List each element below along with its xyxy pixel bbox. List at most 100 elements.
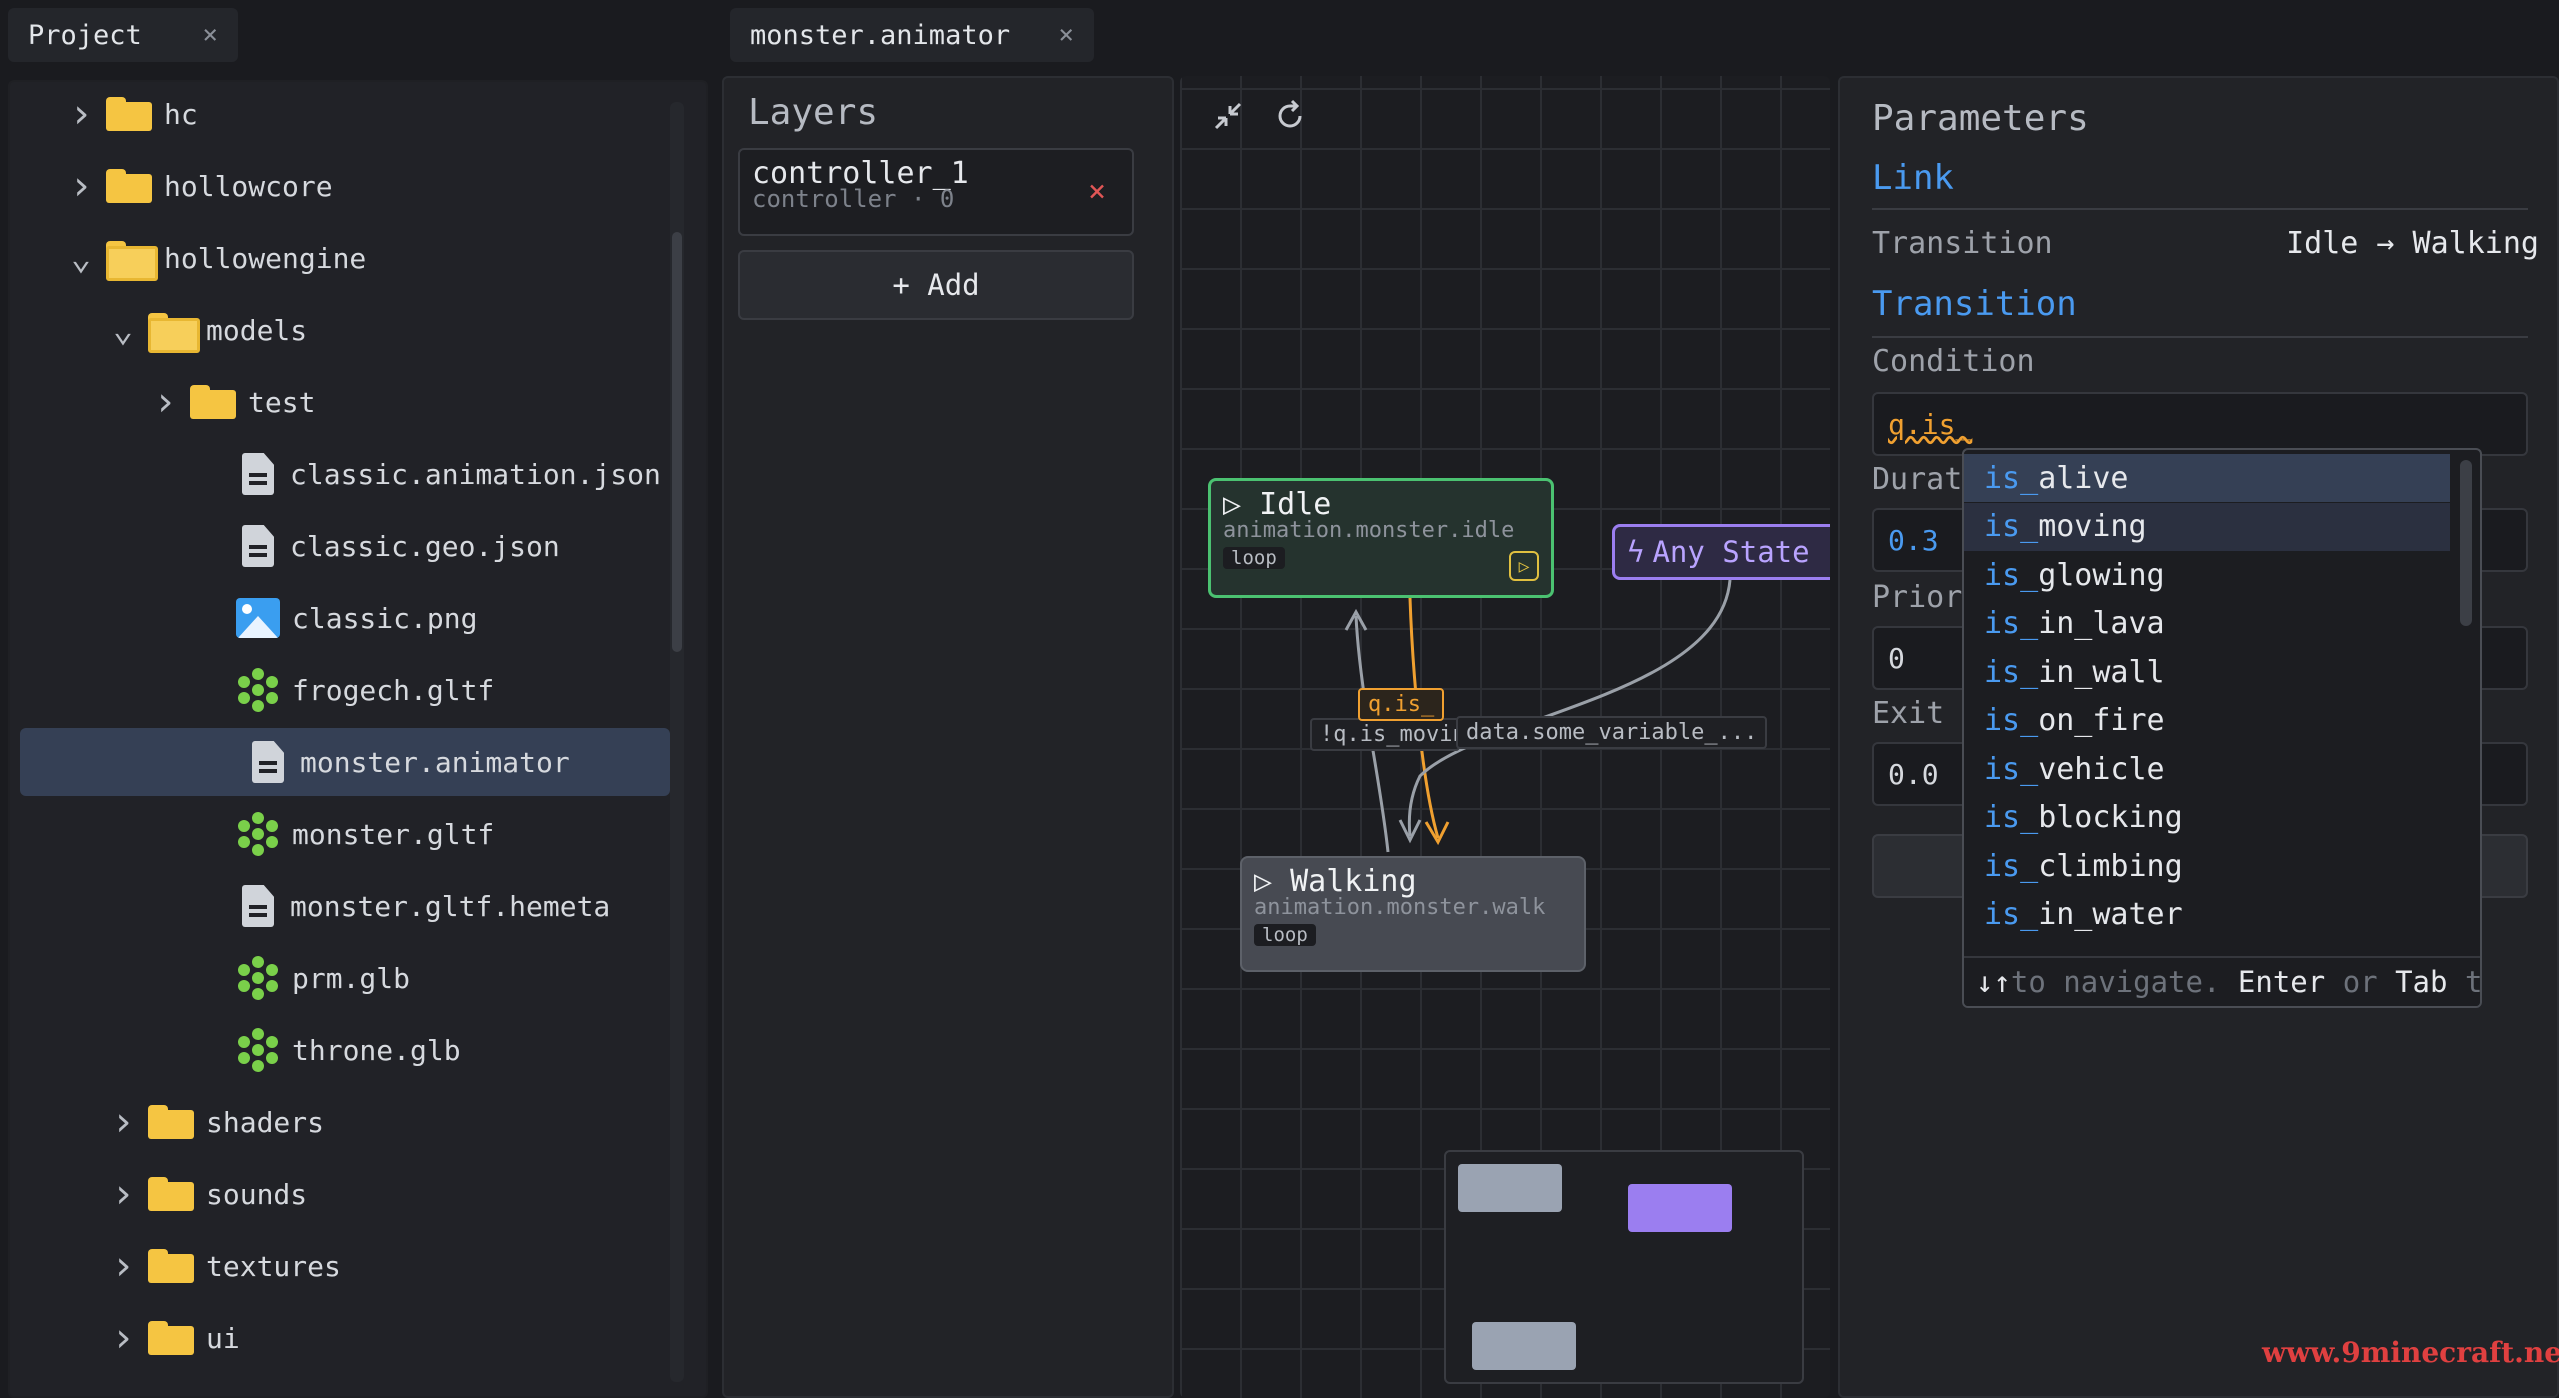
- tree-file-monster-animator[interactable]: monster.animator: [20, 728, 670, 796]
- project-explorer: › hc › hollowcore ⌄ hollowengine ⌄ models › test c…: [8, 80, 708, 1398]
- tab-project[interactable]: Project ×: [8, 8, 238, 62]
- tree-item-label: test: [248, 385, 316, 419]
- node-any-state[interactable]: ϟ Any State: [1612, 524, 1830, 580]
- autocomplete-popup[interactable]: is_ alive is_ moving is_ glowing is_ in_lava is_…: [1962, 448, 2482, 1008]
- autocomplete-item-glowing[interactable]: is_ glowing: [1964, 551, 2450, 599]
- tree-folder-hollowcore[interactable]: › hollowcore: [10, 152, 706, 220]
- item-rest: in_lava: [2038, 606, 2165, 641]
- tree-folder-models[interactable]: ⌄ models: [10, 296, 706, 364]
- node-walking[interactable]: ▷ Walking animation.monster.walk loop: [1240, 856, 1586, 972]
- item-prefix: is_: [1984, 606, 2039, 641]
- watermark: www.9minecraft.net: [2262, 1336, 2559, 1369]
- play-icon: ▷: [1223, 487, 1260, 522]
- item-rest: glowing: [2038, 557, 2165, 593]
- chevron-right-icon[interactable]: ›: [108, 1099, 138, 1145]
- play-icon: ▷: [1254, 864, 1291, 899]
- tree-file-classic-animation-json[interactable]: classic.animation.json: [10, 440, 706, 508]
- layer-card[interactable]: controller_1 controller · 0 ×: [738, 148, 1134, 236]
- tree-item-label: hc: [164, 97, 198, 131]
- autocomplete-item-blocking[interactable]: is_ blocking: [1964, 794, 2450, 842]
- chevron-right-icon[interactable]: ›: [108, 1243, 138, 1289]
- minimap-node-any: [1628, 1184, 1732, 1232]
- node-idle-anim: animation.monster.idle: [1223, 518, 1515, 543]
- autocomplete-item-in-water[interactable]: is_ in_water: [1964, 891, 2450, 939]
- tree-folder-hollowengine[interactable]: ⌄ hollowengine: [10, 224, 706, 292]
- tree-file-monster-gltf-hemeta[interactable]: monster.gltf.hemeta: [10, 872, 706, 940]
- item-prefix: is_: [1984, 460, 2039, 496]
- tree-item-label: shaders: [206, 1105, 325, 1139]
- scrollbar-thumb[interactable]: [672, 232, 682, 652]
- autocomplete-scrollbar[interactable]: [2460, 460, 2472, 626]
- chevron-right-icon[interactable]: ›: [66, 91, 96, 137]
- tree-item-label: models: [206, 313, 308, 347]
- tree-file-prm-glb[interactable]: prm.glb: [10, 944, 706, 1012]
- edge-label-data[interactable]: data.some_variable_...: [1456, 716, 1768, 749]
- folder-open-icon: [106, 241, 158, 281]
- tree-file-monster-gltf[interactable]: monster.gltf: [10, 800, 706, 868]
- tree-folder-ui[interactable]: › ui: [10, 1304, 706, 1372]
- tab-monster-label: monster.animator: [750, 19, 1011, 51]
- condition-input[interactable]: q.is_: [1872, 392, 2528, 456]
- folder-icon: [106, 169, 152, 203]
- file-icon: [242, 885, 274, 927]
- item-rest: in_wall: [2038, 654, 2165, 690]
- chevron-right-icon[interactable]: ›: [108, 1171, 138, 1217]
- tree-folder-textures[interactable]: › textures: [10, 1232, 706, 1300]
- transition-section-title: Transition: [1872, 284, 2077, 324]
- condition-label: Condition: [1872, 344, 2035, 379]
- tree-folder-shaders[interactable]: › shaders: [10, 1088, 706, 1156]
- model-icon: [236, 1028, 280, 1072]
- edge-any-to-walking: [1407, 579, 1732, 837]
- edge-label-not-moving[interactable]: !q.is_moving: [1310, 718, 1460, 751]
- item-rest: in_water: [2038, 897, 2183, 932]
- tab-monster-animator[interactable]: monster.animator ×: [730, 8, 1094, 62]
- chevron-right-icon[interactable]: ›: [108, 1315, 138, 1361]
- chevron-down-icon[interactable]: ⌄: [66, 238, 96, 278]
- close-icon[interactable]: ×: [202, 20, 218, 50]
- link-section-title: Link: [1872, 158, 1954, 198]
- autocomplete-item-vehicle[interactable]: is_ vehicle: [1964, 745, 2450, 793]
- folder-icon: [148, 1105, 194, 1139]
- condition-value: q.is_: [1888, 407, 1973, 441]
- add-layer-button[interactable]: + Add: [738, 250, 1134, 320]
- tree-file-throne-glb[interactable]: throne.glb: [10, 1016, 706, 1084]
- autocomplete-item-moving[interactable]: is_ moving: [1964, 502, 2450, 551]
- minimap-node-idle: [1458, 1164, 1562, 1212]
- state-graph[interactable]: ▷ Idle animation.monster.idle loop ▷ ▷ W…: [1180, 76, 1830, 1398]
- tree-file-classic-png[interactable]: classic.png: [10, 584, 706, 652]
- chevron-right-icon[interactable]: ›: [66, 163, 96, 209]
- chevron-right-icon[interactable]: ›: [150, 379, 180, 425]
- divider: [1872, 208, 2528, 210]
- autocomplete-item-on-fire[interactable]: is_ on_fire: [1964, 697, 2450, 745]
- hint-key-tab: Tab: [2395, 965, 2448, 999]
- close-icon[interactable]: ×: [1058, 20, 1074, 50]
- tree-item-label: monster.gltf: [292, 817, 495, 851]
- tree-folder-test[interactable]: › test: [10, 368, 706, 436]
- item-prefix: is_: [1984, 509, 2039, 544]
- autocomplete-item-in-lava[interactable]: is_ in_lava: [1964, 600, 2450, 648]
- model-icon: [236, 668, 280, 712]
- item-prefix: is_: [1984, 800, 2039, 835]
- tree-item-label: monster.gltf.hemeta: [290, 889, 611, 923]
- autocomplete-item-in-wall[interactable]: is_ in_wall: [1964, 648, 2450, 696]
- tree-file-classic-geo-json[interactable]: classic.geo.json: [10, 512, 706, 580]
- node-any-title: Any State: [1652, 535, 1810, 569]
- autocomplete-item-climbing[interactable]: is_ climbing: [1964, 842, 2450, 890]
- delete-icon[interactable]: ×: [1088, 174, 1106, 209]
- tree-folder-sounds[interactable]: › sounds: [10, 1160, 706, 1228]
- tree-item-label: classic.png: [292, 601, 478, 635]
- minimap[interactable]: [1444, 1150, 1804, 1384]
- chevron-down-icon[interactable]: ⌄: [108, 310, 138, 350]
- lightning-icon: ϟ: [1627, 535, 1645, 569]
- autocomplete-item-alive[interactable]: is_ alive: [1964, 454, 2450, 502]
- tree-item-label: throne.glb: [292, 1033, 461, 1067]
- item-rest: on_fire: [2038, 703, 2165, 738]
- tree-folder-hc[interactable]: › hc: [10, 82, 706, 148]
- node-idle[interactable]: ▷ Idle animation.monster.idle loop ▷: [1208, 478, 1554, 598]
- loop-tag: loop: [1254, 924, 1316, 946]
- tree-item-label: frogech.gltf: [292, 673, 495, 707]
- folder-icon: [148, 1249, 194, 1283]
- parameters-title: Parameters: [1872, 98, 2089, 139]
- edge-label-q-is[interactable]: q.is_: [1358, 688, 1445, 721]
- tree-file-frogech-gltf[interactable]: frogech.gltf: [10, 656, 706, 724]
